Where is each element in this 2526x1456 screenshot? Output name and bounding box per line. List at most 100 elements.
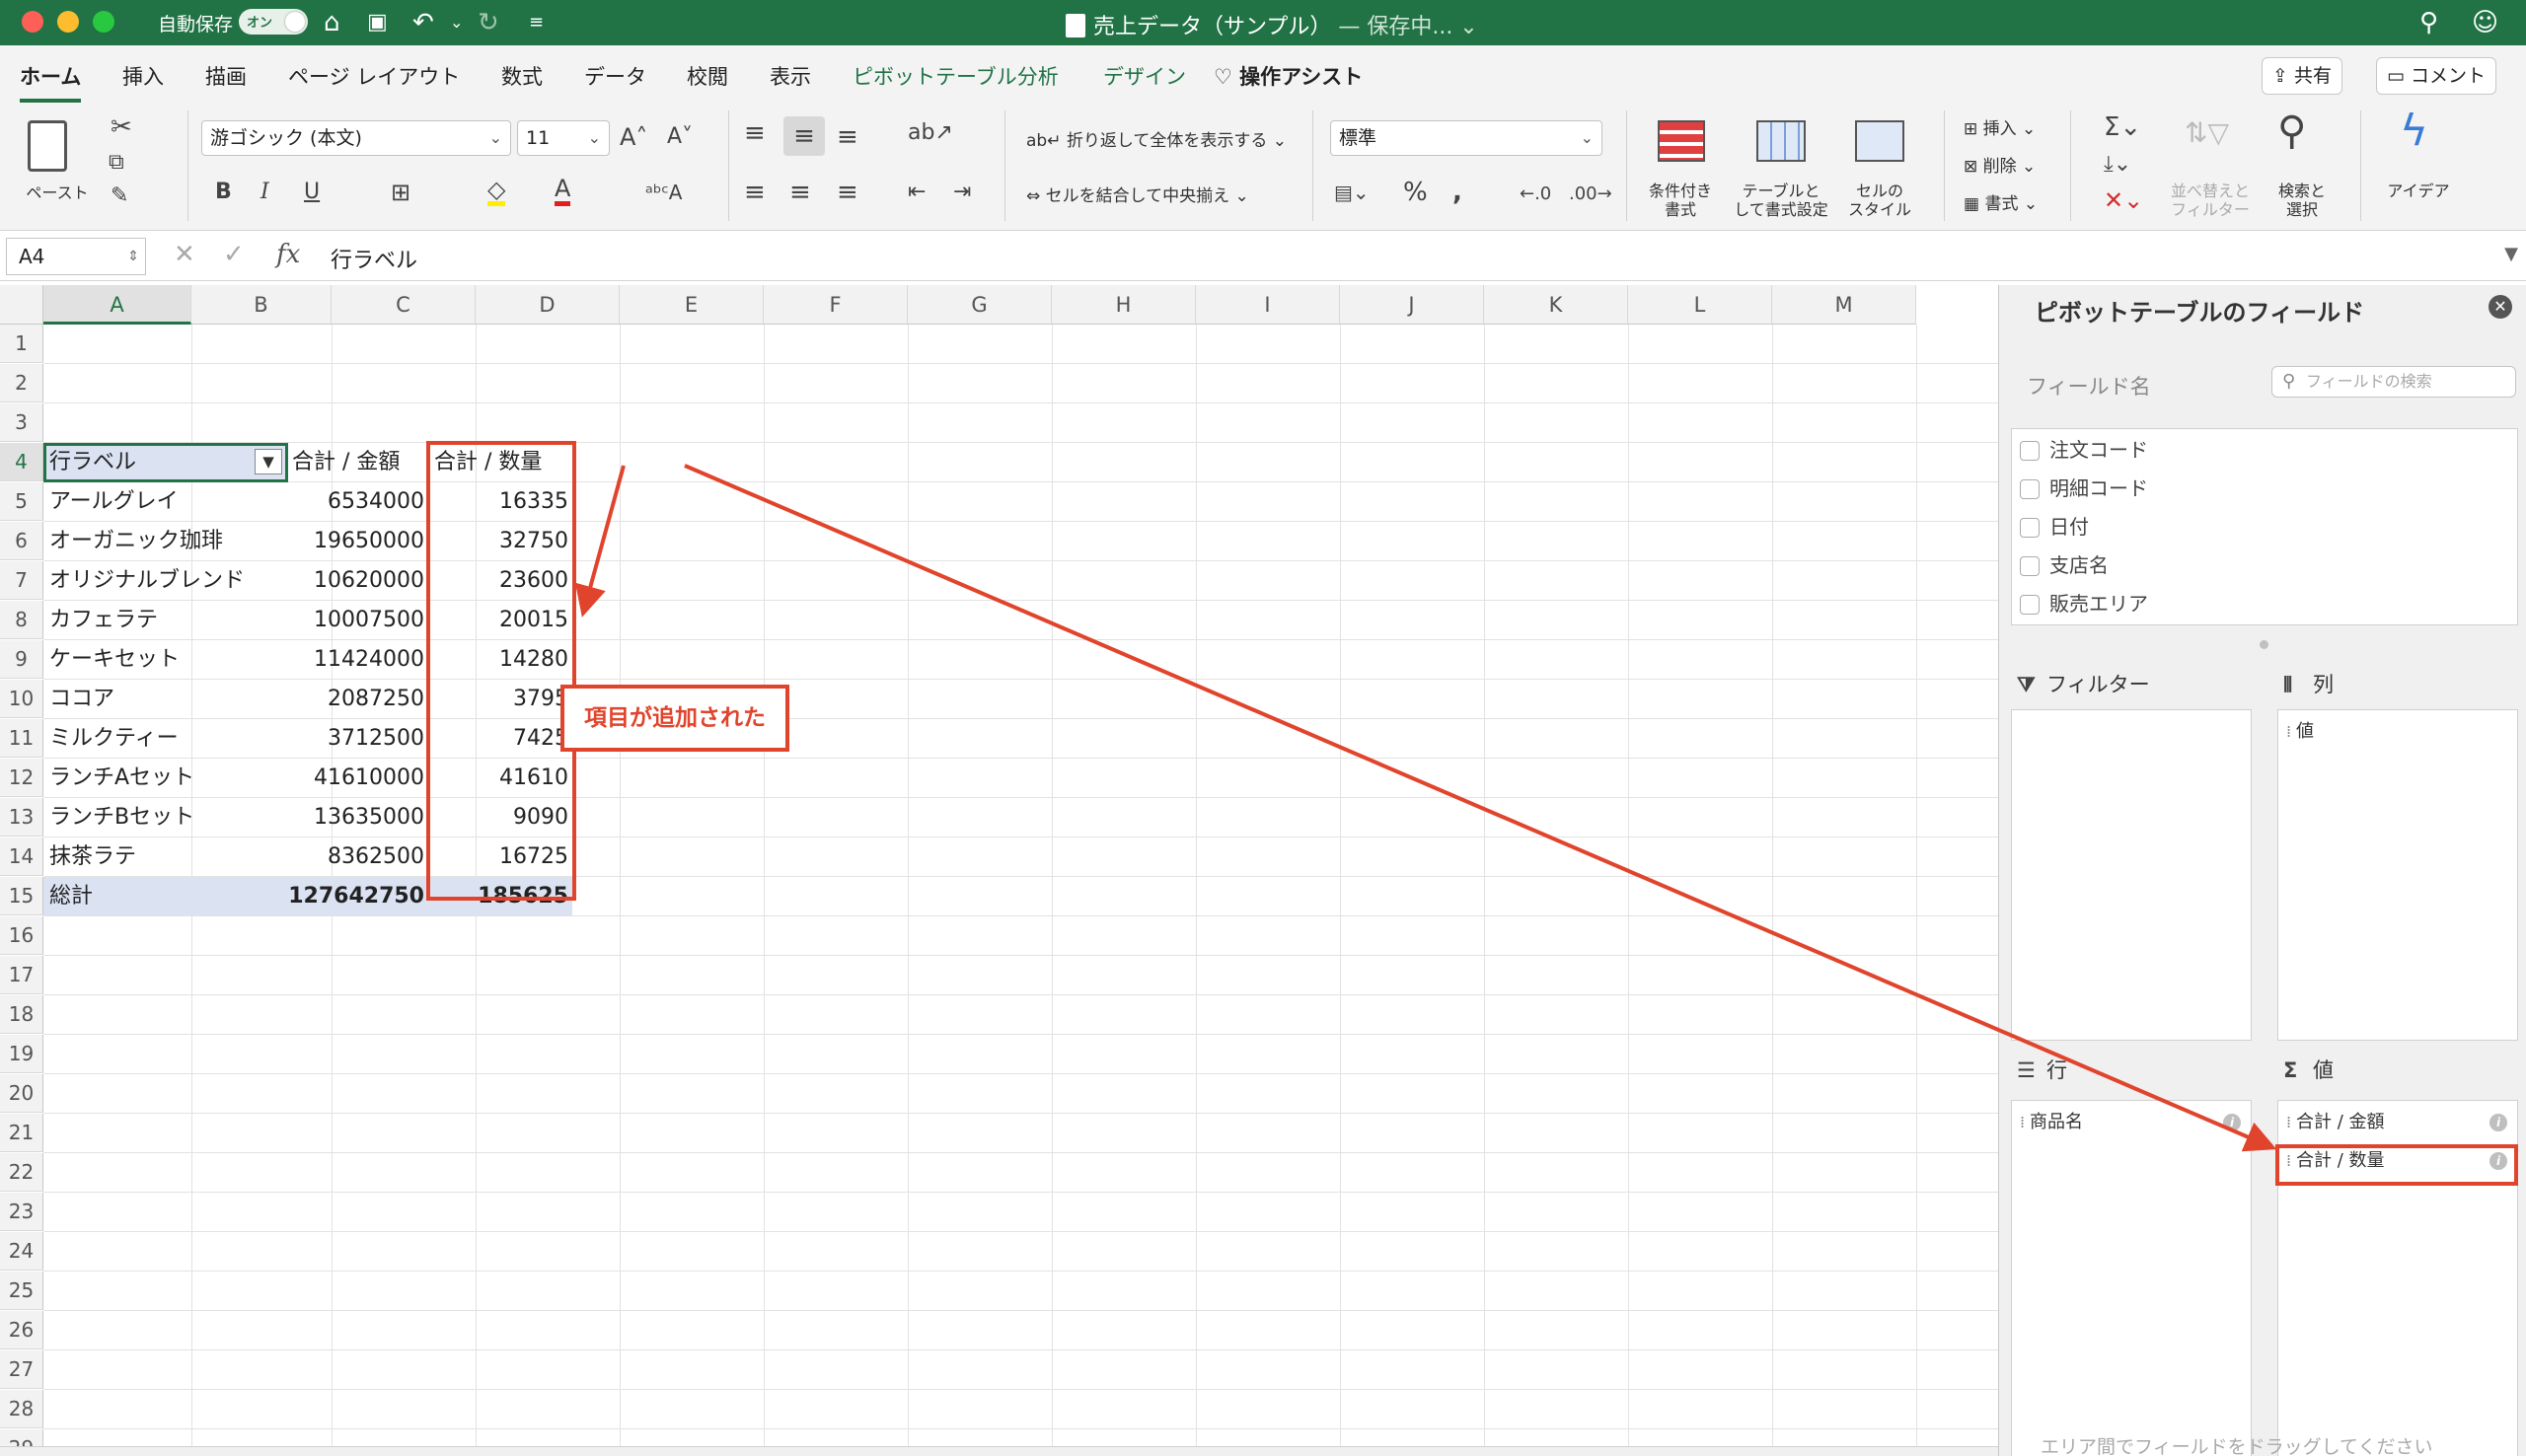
pivot-row-label[interactable]: ランチBセット (43, 798, 288, 837)
format-cells-button[interactable]: ▦ 書式 ⌄ (1964, 189, 2038, 214)
pivot-row-label[interactable]: ランチAセット (43, 759, 288, 797)
increase-indent-icon[interactable]: ⇥ (953, 178, 971, 207)
pivot-row-label[interactable]: オリジナルブレンド (43, 561, 288, 600)
cell-styles-button[interactable]: セルの スタイル (1837, 112, 1922, 221)
insert-cells-button[interactable]: ⊞ 挿入 ⌄ (1964, 114, 2036, 139)
confirm-icon[interactable]: ✓ (223, 240, 245, 269)
bold-button[interactable]: B (215, 178, 232, 207)
row-header[interactable]: 22 (0, 1153, 43, 1192)
ideas-button[interactable]: ϟ アイデア (2374, 109, 2463, 221)
row-header[interactable]: 27 (0, 1350, 43, 1389)
comma-icon[interactable]: , (1452, 178, 1462, 207)
merge-center-button[interactable]: ⇔ セルを結合して中央揃え ⌄ (1026, 182, 1249, 206)
pivot-quantity-cell[interactable]: 9090 (428, 798, 572, 837)
row-header[interactable]: 15 (0, 877, 43, 915)
row-header[interactable]: 8 (0, 601, 43, 639)
underline-button[interactable]: U (304, 178, 320, 207)
tab-insert[interactable]: 挿入 (122, 61, 164, 91)
info-icon[interactable]: i (2489, 1152, 2507, 1170)
row-header[interactable]: 23 (0, 1193, 43, 1231)
pivot-quantity-cell[interactable]: 16725 (428, 837, 572, 876)
document-title[interactable]: 売上データ（サンプル） — 保存中... ⌄ (1066, 9, 1478, 40)
row-header[interactable]: 16 (0, 916, 43, 955)
align-bottom-icon[interactable]: ≡ (837, 122, 858, 152)
row-header[interactable]: 9 (0, 640, 43, 679)
search-icon[interactable]: ⚲ (2419, 6, 2438, 39)
values-item-sum-quantity[interactable]: ⁞ 合計 / 数量 i (2282, 1143, 2513, 1179)
pivot-amount-cell[interactable]: 10620000 (288, 561, 428, 600)
tab-tell-me[interactable]: ♡ 操作アシスト (1214, 61, 1363, 91)
column-header[interactable]: K (1484, 285, 1628, 325)
redo-icon[interactable]: ↻ (478, 6, 499, 39)
field-checkbox[interactable] (2020, 556, 2040, 576)
decrease-decimal-icon[interactable]: .00→ (1569, 180, 1612, 209)
pivot-row-label[interactable]: ミルクティー (43, 719, 288, 758)
decrease-indent-icon[interactable]: ⇤ (908, 178, 926, 207)
tab-data[interactable]: データ (584, 61, 646, 91)
pivot-quantity-cell[interactable]: 7425 (428, 719, 572, 758)
tab-draw[interactable]: 描画 (205, 61, 247, 91)
pivot-sum-amount-header[interactable]: 合計 / 金額 (288, 443, 428, 481)
phonetic-icon[interactable]: ᵃᵇᶜA (645, 178, 682, 207)
italic-button[interactable]: I (260, 178, 269, 207)
columns-item-values[interactable]: ⁞ 値 (2282, 714, 2513, 750)
row-header[interactable]: 24 (0, 1232, 43, 1271)
align-right-icon[interactable]: ≡ (837, 178, 858, 207)
borders-icon[interactable]: ⊞ (391, 178, 410, 207)
field-checkbox[interactable] (2020, 595, 2040, 615)
pivot-amount-cell[interactable]: 41610000 (288, 759, 428, 797)
column-header[interactable]: C (332, 285, 476, 325)
paste-button[interactable]: ペースト (18, 112, 97, 211)
column-header[interactable]: G (908, 285, 1052, 325)
pivot-row-label[interactable]: カフェラテ (43, 601, 288, 639)
field-search-input[interactable]: ⚲ フィールドの検索 (2271, 366, 2516, 398)
clear-icon[interactable]: ✕⌄ (2104, 185, 2143, 215)
currency-icon[interactable]: ▤⌄ (1334, 178, 1370, 207)
values-drop-area[interactable]: ⁞ 合計 / 金額 i ⁞ 合計 / 数量 i (2277, 1100, 2518, 1456)
row-header[interactable]: 17 (0, 956, 43, 994)
pivot-quantity-cell[interactable]: 23600 (428, 561, 572, 600)
format-as-table-button[interactable]: テーブルと して書式設定 (1727, 112, 1835, 221)
name-box[interactable]: A4 ⇕ (6, 238, 146, 275)
increase-font-icon[interactable]: A˄ (620, 122, 647, 152)
copy-icon[interactable]: ⧉ (109, 148, 124, 178)
number-format-select[interactable]: 標準 ⌄ (1330, 120, 1602, 156)
column-header[interactable]: D (476, 285, 620, 325)
field-checkbox[interactable] (2020, 479, 2040, 499)
expand-formula-bar-icon[interactable]: ▼ (2504, 244, 2518, 264)
pivot-grand-total-amount[interactable]: 127642750 (288, 877, 428, 915)
fill-icon[interactable]: ⤓⌄ (2104, 150, 2131, 180)
sheet-tabs-strip[interactable] (0, 1446, 1998, 1456)
field-list[interactable]: 注文コード 明細コード 日付 支店名 販売エリア (2011, 428, 2518, 625)
row-header[interactable]: 20 (0, 1074, 43, 1113)
select-all-corner[interactable] (0, 285, 43, 325)
pivot-sum-quantity-header[interactable]: 合計 / 数量 (428, 443, 572, 481)
share-button[interactable]: ⇪ 共有 (2262, 57, 2342, 95)
row-header[interactable]: 4 (0, 443, 43, 481)
values-item-sum-amount[interactable]: ⁞ 合計 / 金額 i (2282, 1105, 2513, 1140)
find-select-button[interactable]: ⚲ 検索と 選択 (2258, 111, 2346, 221)
formula-input[interactable]: 行ラベル (331, 243, 417, 274)
wrap-text-button[interactable]: ab↵ 折り返して全体を表示する ⌄ (1026, 126, 1287, 151)
row-header[interactable]: 28 (0, 1390, 43, 1428)
tab-review[interactable]: 校閲 (687, 61, 728, 91)
row-header[interactable]: 2 (0, 364, 43, 402)
font-size-select[interactable]: 11 ⌄ (517, 120, 610, 156)
column-header[interactable]: M (1772, 285, 1916, 325)
tab-home[interactable]: ホーム (20, 61, 82, 103)
conditional-format-button[interactable]: 条件付き 書式 (1638, 112, 1723, 221)
insert-function-icon[interactable]: fx (276, 240, 300, 269)
tab-design[interactable]: デザイン (1103, 61, 1186, 91)
tab-page-layout[interactable]: ページ レイアウト (288, 61, 460, 91)
column-header[interactable]: F (764, 285, 908, 325)
info-icon[interactable]: i (2223, 1114, 2241, 1131)
smile-icon[interactable]: ☺ (2472, 6, 2498, 39)
autosave-toggle[interactable]: オン (239, 9, 308, 35)
save-icon[interactable]: ▣ (367, 6, 388, 39)
row-header[interactable]: 13 (0, 798, 43, 837)
sort-filter-button[interactable]: ⇅▽ 並べ替えと フィルター (2163, 112, 2258, 221)
row-header[interactable]: 21 (0, 1114, 43, 1152)
customize-toolbar-icon[interactable]: ≡ (529, 6, 544, 39)
increase-decimal-icon[interactable]: ←.0 (1520, 180, 1551, 209)
row-header[interactable]: 6 (0, 522, 43, 560)
